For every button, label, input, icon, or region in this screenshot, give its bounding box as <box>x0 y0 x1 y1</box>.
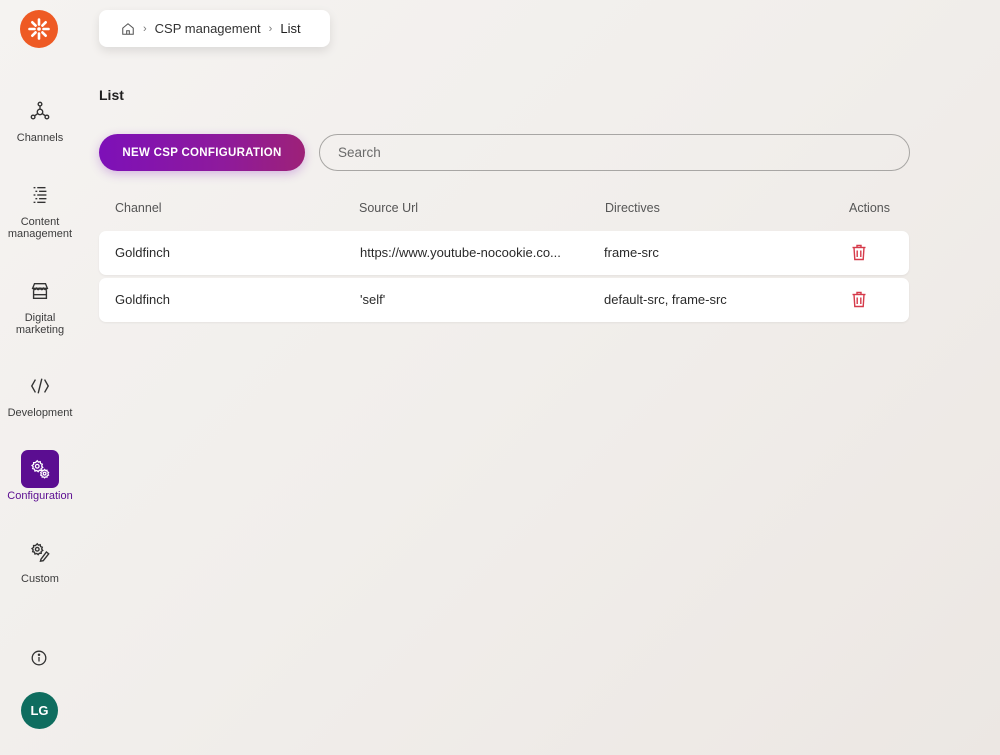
sidebar-item-label: Custom <box>21 573 59 585</box>
sidebar-item-custom[interactable]: Custom <box>0 533 80 585</box>
user-avatar[interactable]: LG <box>21 692 58 729</box>
sidebar-item-label: Content management <box>0 216 80 240</box>
column-header-directives[interactable]: Directives <box>605 201 660 215</box>
sidebar-item-label: Development <box>7 407 73 419</box>
breadcrumb-item-list: List <box>280 21 301 36</box>
label-line: Digital <box>24 312 56 324</box>
label-line: marketing <box>15 324 65 336</box>
chevron-right-icon: › <box>143 22 147 35</box>
cell-directives: frame-src <box>604 245 659 260</box>
content-management-icon <box>21 176 59 214</box>
kentico-logo[interactable] <box>20 10 58 48</box>
sidebar-item-label: Configuration <box>7 490 73 502</box>
sidebar-item-development[interactable]: Development <box>0 367 80 419</box>
column-header-source-url[interactable]: Source Url <box>359 201 418 215</box>
cell-channel: Goldfinch <box>115 292 170 307</box>
label-line: management <box>7 228 73 240</box>
new-csp-configuration-button[interactable]: NEW CSP CONFIGURATION <box>99 134 305 171</box>
breadcrumb-item-csp-management[interactable]: CSP management <box>155 21 261 36</box>
cell-source-url: https://www.youtube-nocookie.co... <box>360 245 561 260</box>
column-header-channel[interactable]: Channel <box>115 201 162 215</box>
column-header-actions: Actions <box>849 201 890 215</box>
delete-icon[interactable] <box>851 291 867 308</box>
table-row[interactable]: Goldfinch 'self' default-src, frame-src <box>99 278 909 322</box>
page-title: List <box>99 87 124 103</box>
table-row[interactable]: Goldfinch https://www.youtube-nocookie.c… <box>99 231 909 275</box>
asterisk-logo-icon <box>28 18 50 40</box>
delete-icon[interactable] <box>851 244 867 261</box>
gears-icon <box>21 450 59 488</box>
cell-channel: Goldfinch <box>115 245 170 260</box>
sidebar-item-configuration[interactable]: Configuration <box>0 450 80 502</box>
cell-directives: default-src, frame-src <box>604 292 727 307</box>
chevron-right-icon: › <box>268 22 273 35</box>
code-icon <box>21 367 59 405</box>
label-line: Content <box>20 216 60 228</box>
breadcrumb: › CSP management › List <box>99 10 330 47</box>
cell-source-url: 'self' <box>360 292 386 307</box>
sidebar-item-label: Digital marketing <box>0 312 80 336</box>
channels-icon <box>21 92 59 130</box>
sidebar-item-label: Channels <box>16 132 64 144</box>
sidebar-item-content-management[interactable]: Content management <box>0 176 80 240</box>
sidebar-item-channels[interactable]: Channels <box>0 92 80 144</box>
storefront-icon <box>21 272 59 310</box>
custom-icon <box>21 533 59 571</box>
sidebar: Channels Content management Digital mark… <box>0 0 80 755</box>
search-input[interactable] <box>319 134 910 171</box>
home-icon[interactable] <box>121 22 135 36</box>
info-icon[interactable] <box>31 650 47 666</box>
sidebar-item-digital-marketing[interactable]: Digital marketing <box>0 272 80 336</box>
